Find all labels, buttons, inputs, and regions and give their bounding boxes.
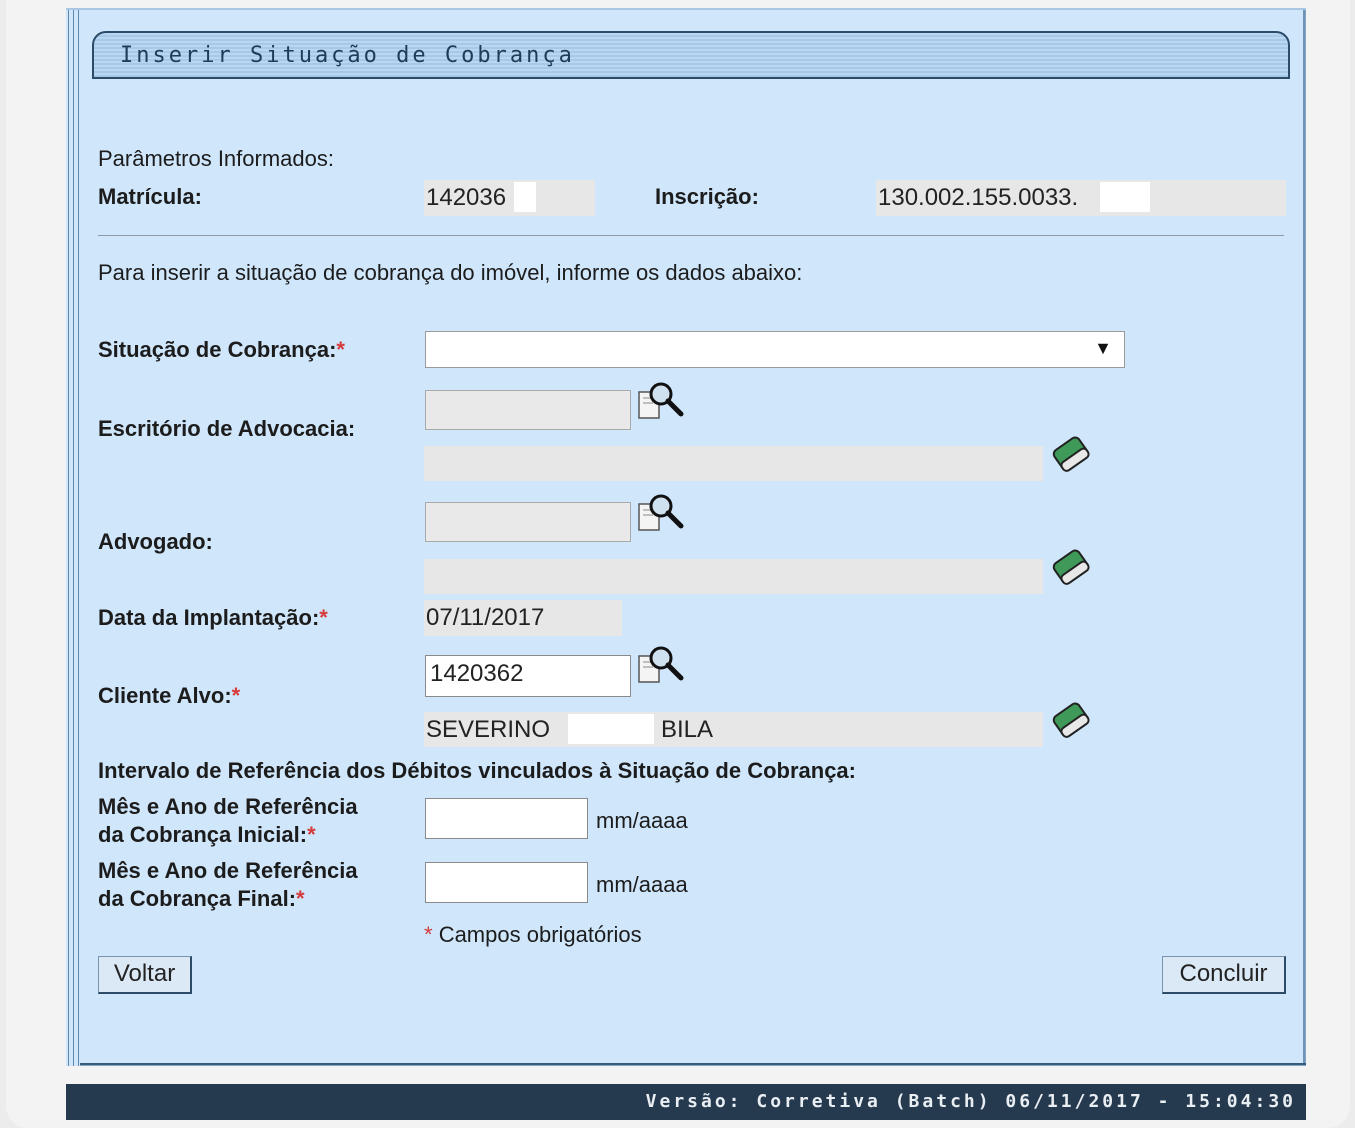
final-label-line1: Mês e Ano de Referência (98, 858, 358, 883)
escritorio-label: Escritório de Advocacia: (98, 416, 356, 441)
required-asterisk: * (319, 605, 328, 630)
concluir-button[interactable]: Concluir (1162, 956, 1286, 994)
required-note-text: Campos obrigatórios (438, 922, 642, 947)
cliente-alvo-label: Cliente Alvo:* (98, 683, 240, 709)
instructions-text: Para inserir a situação de cobrança do i… (98, 260, 803, 285)
title-bar: Inserir Situação de Cobrança (92, 31, 1290, 79)
redaction-mask (514, 182, 536, 212)
eraser-icon[interactable] (1050, 545, 1092, 594)
page-title: Inserir Situação de Cobrança (120, 43, 575, 68)
frame-bottom-border (80, 1063, 1306, 1065)
advogado-label: Advogado: (98, 529, 213, 554)
matricula-label: Matrícula: (98, 184, 202, 209)
cliente-name-first: SEVERINO (426, 716, 551, 743)
search-icon[interactable] (637, 378, 685, 427)
data-implantacao-label-text: Data da Implantação: (98, 605, 320, 630)
required-asterisk: * (424, 922, 433, 947)
final-label-line2: da Cobrança Final: (98, 886, 297, 911)
inscricao-label: Inscrição: (655, 184, 759, 209)
params-heading: Parâmetros Informados: (98, 146, 334, 171)
search-icon[interactable] (637, 642, 685, 691)
advogado-code-input[interactable] (425, 502, 631, 542)
required-asterisk: * (296, 886, 305, 911)
intervalo-label: Intervalo de Referência dos Débitos vinc… (98, 758, 856, 783)
final-label: Mês e Ano de Referência da Cobrança Fina… (98, 857, 358, 913)
situacao-label-text: Situação de Cobrança: (98, 337, 337, 362)
search-icon[interactable] (637, 490, 685, 539)
data-implantacao-value: 07/11/2017 (424, 600, 622, 636)
required-asterisk: * (336, 337, 345, 362)
required-asterisk: * (307, 822, 316, 847)
version-text: Versão: Corretiva (Batch) 06/11/2017 - 1… (645, 1091, 1296, 1112)
footer-bar: Versão: Corretiva (Batch) 06/11/2017 - 1… (66, 1084, 1306, 1120)
chevron-down-icon: ▼ (1094, 338, 1112, 358)
date-format-hint: mm/aaaa (596, 872, 688, 897)
redaction-mask (568, 714, 654, 744)
inscricao-value-text: 130.002.155.0033. (878, 184, 1079, 211)
matricula-value-text: 142036 (426, 184, 507, 211)
frame-left-border (66, 10, 80, 1066)
voltar-button[interactable]: Voltar (98, 956, 192, 994)
cliente-alvo-name-field: SEVERINO BILA (424, 712, 1043, 747)
escritorio-name-field (424, 446, 1043, 481)
eraser-icon[interactable] (1050, 432, 1092, 481)
frame-top-border (66, 8, 1306, 10)
data-implantacao-label: Data da Implantação:* (98, 605, 328, 631)
inscricao-value: 130.002.155.0033. (876, 180, 1286, 216)
eraser-icon[interactable] (1050, 698, 1092, 747)
date-format-hint: mm/aaaa (596, 808, 688, 833)
cliente-alvo-label-text: Cliente Alvo: (98, 683, 232, 708)
referencia-final-input[interactable] (425, 862, 588, 903)
cliente-alvo-code-input[interactable]: 1420362 (425, 655, 631, 697)
cliente-name-last: BILA (661, 716, 714, 743)
situacao-select[interactable]: ▼ (425, 331, 1125, 368)
required-note: * Campos obrigatórios (424, 922, 642, 948)
advogado-name-field (424, 559, 1043, 594)
escritorio-code-input[interactable] (425, 390, 631, 430)
required-asterisk: * (231, 683, 241, 708)
redaction-mask (1100, 182, 1150, 212)
inicial-label-line2: da Cobrança Inicial: (98, 822, 308, 847)
inicial-label: Mês e Ano de Referência da Cobrança Inic… (98, 793, 358, 849)
matricula-value: 142036 (424, 180, 595, 216)
inicial-label-line1: Mês e Ano de Referência (98, 794, 358, 819)
divider (98, 235, 1284, 236)
referencia-inicial-input[interactable] (425, 798, 588, 839)
frame-right-border (1303, 10, 1305, 1065)
situacao-label: Situação de Cobrança:* (98, 337, 345, 363)
